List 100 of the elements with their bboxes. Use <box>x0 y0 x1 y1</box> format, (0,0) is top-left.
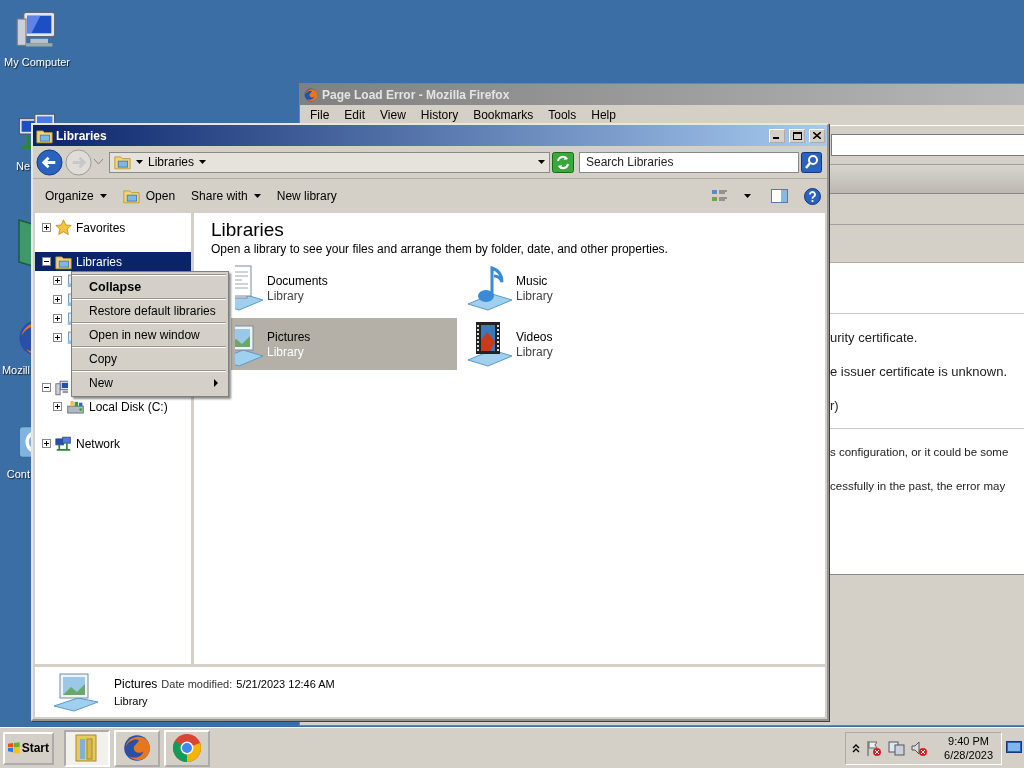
maximize-button[interactable] <box>789 128 805 143</box>
item-name: Music <box>516 273 549 288</box>
expand-toggle[interactable] <box>53 276 62 285</box>
computer-icon <box>55 379 68 396</box>
help-icon[interactable] <box>804 187 821 205</box>
window-title: Libraries <box>56 128 108 143</box>
menu-item[interactable]: Tools <box>541 107 585 123</box>
submenu-arrow-icon <box>214 378 218 387</box>
toolbar-button[interactable]: Share with <box>185 186 267 206</box>
menu-item[interactable]: Open in new window <box>72 322 226 346</box>
folder-icon <box>36 127 53 144</box>
search-field[interactable]: Search Libraries <box>579 151 799 173</box>
expand-toggle[interactable] <box>53 314 62 323</box>
taskbar-button[interactable] <box>164 729 210 767</box>
page-text: r) <box>830 396 840 415</box>
library-folder-icon <box>114 154 131 170</box>
music-note-icon <box>466 264 514 312</box>
property-label: Date modified: <box>161 678 233 690</box>
library-folder-icon <box>55 253 72 270</box>
windows-logo-icon <box>8 741 20 755</box>
icon-label: Cont <box>5 468 30 480</box>
page-text: s configuration, or it could be some <box>830 445 1010 460</box>
item-name: Videos <box>516 329 553 344</box>
expand-toggle[interactable] <box>53 402 62 411</box>
toolbar-button[interactable]: Open <box>116 185 182 207</box>
item-type: Library <box>267 344 305 359</box>
speaker-muted-icon[interactable] <box>911 739 929 757</box>
menu-item[interactable]: Help <box>584 107 624 123</box>
chrome-icon <box>172 733 202 763</box>
caret-icon <box>99 194 107 198</box>
menu-item[interactable]: View <box>373 107 414 123</box>
tree-label: Local Disk (C:) <box>89 399 168 414</box>
expand-toggle[interactable] <box>42 383 51 392</box>
item-type: Library <box>267 288 305 303</box>
menu-item[interactable]: New <box>72 370 226 394</box>
tree-label: Favorites <box>76 220 126 235</box>
menu-item[interactable]: Copy <box>72 346 226 370</box>
expand-toggle[interactable] <box>42 439 51 448</box>
disk-drive-icon <box>66 398 85 415</box>
breadcrumb[interactable]: Libraries <box>148 155 195 169</box>
taskbar-button[interactable] <box>114 729 160 767</box>
flag-icon[interactable] <box>866 739 883 757</box>
menu-item[interactable]: Edit <box>337 107 374 123</box>
folder-icon <box>74 733 100 763</box>
library-item[interactable]: Pictures Library <box>231 318 457 370</box>
refresh-button[interactable] <box>552 151 574 173</box>
toolbar-button[interactable]: Organize <box>39 186 113 206</box>
expand-toggle[interactable] <box>53 295 62 304</box>
tree-label: Network <box>76 436 120 451</box>
pictures-icon <box>52 672 100 712</box>
expand-toggle[interactable] <box>42 257 51 266</box>
menu-item[interactable]: Collapse <box>72 274 226 298</box>
address-bar[interactable]: Libraries <box>109 151 550 173</box>
item-name: Documents <box>267 273 328 288</box>
item-type: Library <box>114 695 149 707</box>
icon-label: My Computer <box>4 56 70 68</box>
tree-item[interactable]: Favorites <box>35 218 191 237</box>
clock-date[interactable]: 6/28/2023 <box>944 748 993 762</box>
page-text: e issuer certificate is unknown. <box>830 362 1009 381</box>
network-icon <box>55 435 72 452</box>
tree-item[interactable]: Libraries <box>35 252 191 271</box>
menu-item[interactable]: History <box>413 107 467 123</box>
maximize-icon <box>792 131 802 140</box>
tree-item[interactable]: Network <box>35 434 191 453</box>
close-icon <box>813 132 821 139</box>
item-name: Pictures <box>267 329 311 344</box>
back-button[interactable] <box>36 148 63 176</box>
address-field[interactable] <box>831 134 1024 156</box>
close-button[interactable] <box>809 128 825 143</box>
folder-icon <box>122 188 140 204</box>
library-item[interactable]: Videos Library <box>462 318 707 370</box>
library-item[interactable]: Music Library <box>462 262 707 314</box>
chevron-up-icon[interactable] <box>852 743 861 753</box>
network-icon[interactable] <box>888 739 906 757</box>
tree-item[interactable]: Local Disk (C:) <box>35 397 191 416</box>
expand-toggle[interactable] <box>42 223 51 232</box>
item-name: Pictures <box>114 677 158 691</box>
film-strip-icon <box>466 320 514 368</box>
property-value: 5/21/2023 12:46 AM <box>236 678 335 690</box>
icon-label: Mozill <box>3 364 30 376</box>
page-text: urity certificate. <box>830 328 919 347</box>
tree-label: Libraries <box>76 254 123 269</box>
caret-icon <box>253 194 261 198</box>
caret-icon <box>136 160 143 164</box>
menu-item[interactable]: File <box>303 107 338 123</box>
toolbar-button[interactable]: New library <box>270 186 343 206</box>
menu-item[interactable]: Bookmarks <box>466 107 542 123</box>
start-button[interactable]: Start <box>3 731 54 765</box>
firefox-icon <box>303 86 319 103</box>
preview-pane-icon[interactable] <box>771 188 788 204</box>
star-icon <box>55 219 72 236</box>
search-button[interactable] <box>801 151 822 173</box>
icon-label: Ne <box>14 160 30 172</box>
description: Open a library to see your files and arrange them by folder, date, and other properties. <box>211 242 669 256</box>
minimize-button[interactable] <box>769 128 785 143</box>
show-desktop-icon[interactable] <box>1006 741 1022 755</box>
page-text: cessfully in the past, the error may <box>830 479 1007 494</box>
expand-toggle[interactable] <box>53 333 62 342</box>
menu-item[interactable]: Restore default libraries <box>72 298 226 322</box>
clock-time[interactable]: 9:40 PM <box>948 734 989 748</box>
